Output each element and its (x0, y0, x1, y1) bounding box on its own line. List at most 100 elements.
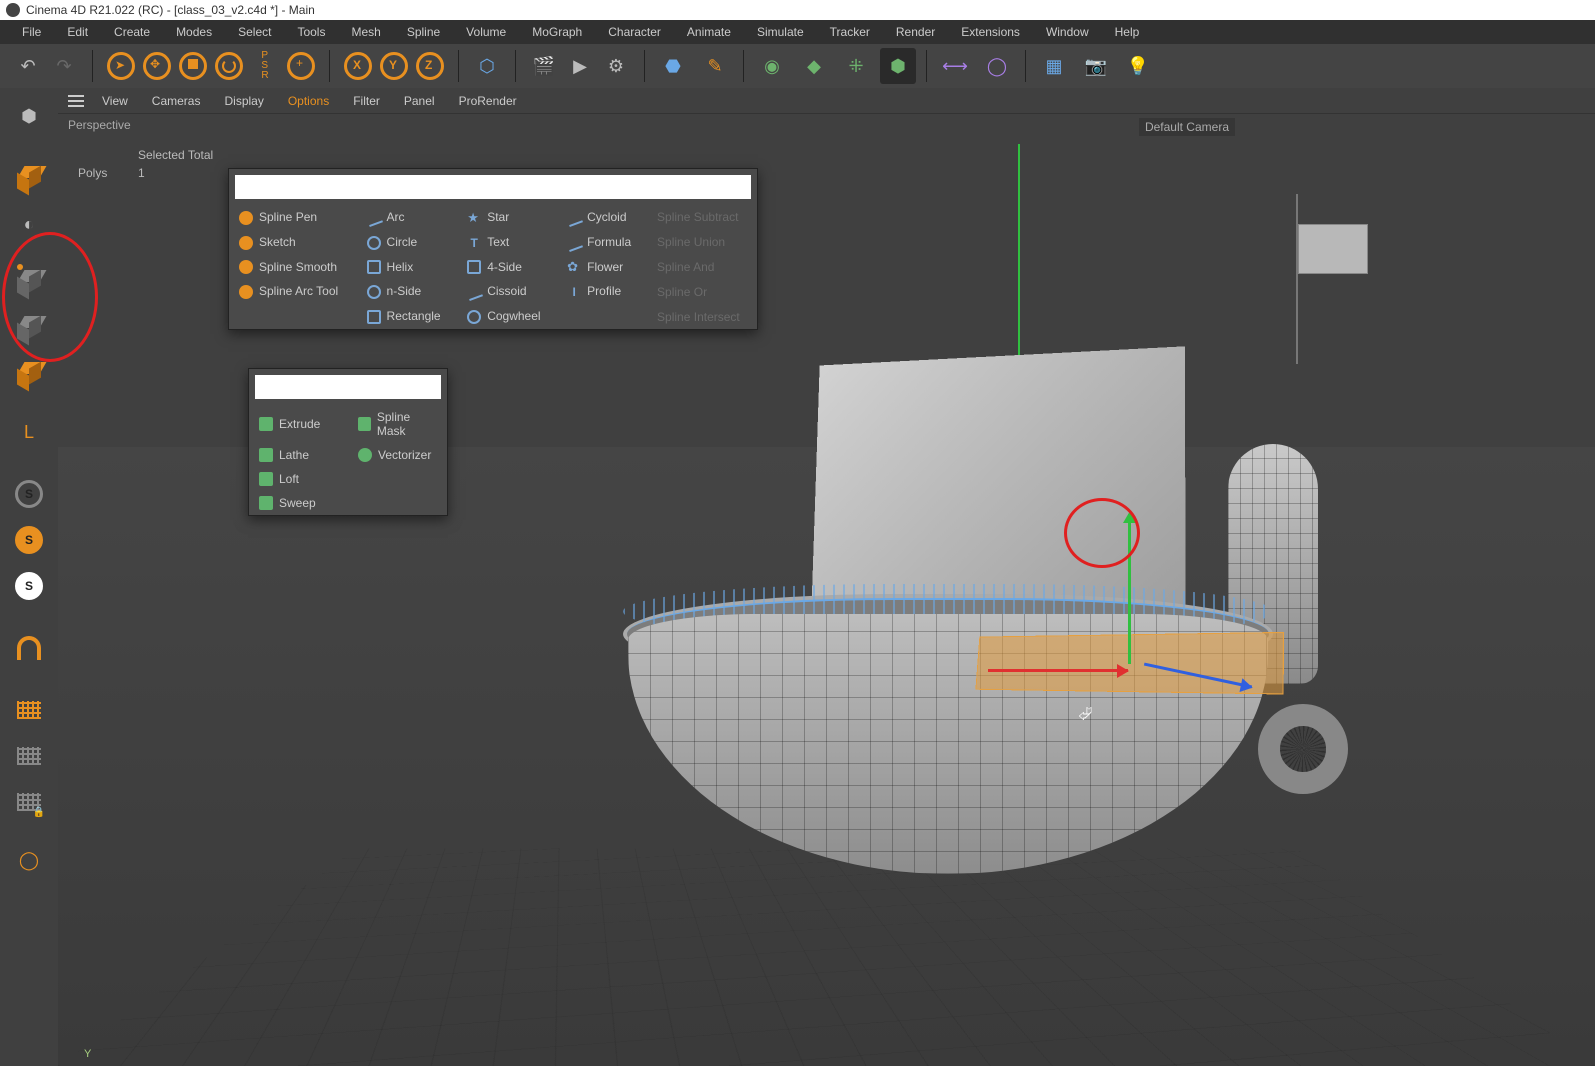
axis-mode[interactable]: L (9, 412, 49, 452)
main-toolbar: ↶ ↷ ➤ ✥ PSR + X Y Z ⬡ 🎬 ▶ ⚙ ⬣ ✎ ◉ ◆ ⁜ ⬢ … (0, 44, 1595, 88)
menu-mograph[interactable]: MoGraph (520, 22, 594, 42)
render-pv[interactable]: ▶ (562, 48, 598, 84)
menu-modes[interactable]: Modes (164, 22, 224, 42)
viewport-solo-hier[interactable]: S (9, 566, 49, 606)
spline-rectangle[interactable]: Rectangle (357, 304, 458, 329)
add-spline[interactable]: ✎ (697, 48, 733, 84)
gen-vectorizer[interactable]: Vectorizer (348, 443, 447, 467)
spline-intersect: Spline Intersect (647, 304, 757, 329)
undo-button[interactable]: ↶ (10, 48, 46, 84)
vp-menu-options[interactable]: Options (278, 91, 339, 111)
render-settings[interactable]: ⚙ (598, 48, 634, 84)
spline-subtract: Spline Subtract (647, 205, 757, 230)
vp-menu-view[interactable]: View (92, 91, 138, 111)
spline-cissoid[interactable]: Cissoid (457, 279, 557, 304)
move-tool[interactable]: ✥ (139, 48, 175, 84)
menu-help[interactable]: Help (1103, 22, 1152, 42)
texture-axis[interactable]: ◯ (9, 840, 49, 880)
floor[interactable]: ▦ (1036, 48, 1072, 84)
menu-render[interactable]: Render (884, 22, 947, 42)
spline-cycloid[interactable]: Cycloid (557, 205, 647, 230)
spline-arc[interactable]: Arc (357, 205, 458, 230)
bend-deformer[interactable]: ⟷ (937, 48, 973, 84)
place-tool[interactable]: + (283, 48, 319, 84)
spline-popup-search[interactable] (235, 175, 751, 199)
snap-toggle[interactable] (9, 628, 49, 668)
menu-tracker[interactable]: Tracker (818, 22, 882, 42)
psr-tool[interactable]: PSR (247, 48, 283, 84)
spline-flower[interactable]: ✿Flower (557, 255, 647, 280)
menu-extensions[interactable]: Extensions (949, 22, 1032, 42)
spline-cogwheel[interactable]: Cogwheel (457, 304, 557, 329)
add-cube[interactable]: ⬣ (655, 48, 691, 84)
texture-mode[interactable]: ◐ (9, 204, 49, 244)
menu-character[interactable]: Character (596, 22, 673, 42)
menu-select[interactable]: Select (226, 22, 283, 42)
light[interactable]: 💡 (1120, 48, 1156, 84)
menu-window[interactable]: Window (1034, 22, 1101, 42)
volume-builder[interactable]: ⬢ (880, 48, 916, 84)
menu-animate[interactable]: Animate (675, 22, 743, 42)
point-mode[interactable] (9, 262, 49, 302)
menu-edit[interactable]: Edit (55, 22, 100, 42)
gen-lathe[interactable]: Lathe (249, 443, 348, 467)
spline-star[interactable]: ★Star (457, 205, 557, 230)
gen-loft[interactable]: Loft (249, 467, 348, 491)
workplane[interactable] (9, 736, 49, 776)
z-axis-lock[interactable]: Z (412, 48, 448, 84)
workplane-lock-icon[interactable]: 🔒 (9, 782, 49, 822)
vp-menu-panel[interactable]: Panel (394, 91, 445, 111)
field[interactable]: ◯ (979, 48, 1015, 84)
rotate-tool[interactable] (211, 48, 247, 84)
spline-profile[interactable]: IProfile (557, 279, 647, 304)
cube-primitive[interactable]: ⬡ (469, 48, 505, 84)
viewport-solo-off[interactable]: S (9, 474, 49, 514)
menu-simulate[interactable]: Simulate (745, 22, 816, 42)
scale-tool[interactable] (175, 48, 211, 84)
workplane-locked[interactable] (9, 690, 49, 730)
gizmo-x-axis[interactable] (988, 669, 1128, 672)
menu-file[interactable]: File (10, 22, 53, 42)
menu-spline[interactable]: Spline (395, 22, 452, 42)
viewport-hamburger-icon[interactable] (64, 91, 88, 111)
spline-formula[interactable]: Formula (557, 230, 647, 255)
gen-sweep[interactable]: Sweep (249, 491, 348, 515)
x-axis-lock[interactable]: X (340, 48, 376, 84)
menu-mesh[interactable]: Mesh (339, 22, 392, 42)
vp-menu-display[interactable]: Display (214, 91, 273, 111)
vp-menu-cameras[interactable]: Cameras (142, 91, 211, 111)
gen-spline-mask[interactable]: Spline Mask (348, 405, 447, 443)
spline-helix[interactable]: Helix (357, 255, 458, 280)
viewport[interactable]: View Cameras Display Options Filter Pane… (58, 88, 1595, 1066)
generator-popup-search[interactable] (255, 375, 441, 399)
spline-smooth[interactable]: Spline Smooth (229, 255, 357, 280)
spline-sketch[interactable]: Sketch (229, 230, 357, 255)
vp-menu-filter[interactable]: Filter (343, 91, 390, 111)
subdiv-surface[interactable]: ◉ (754, 48, 790, 84)
redo-button[interactable]: ↷ (46, 48, 82, 84)
menu-volume[interactable]: Volume (454, 22, 518, 42)
spline-arc-tool[interactable]: Spline Arc Tool (229, 279, 357, 304)
gizmo-y-axis[interactable] (1128, 514, 1131, 664)
render-view[interactable]: 🎬 (526, 48, 562, 84)
spline-text[interactable]: TText (457, 230, 557, 255)
spline-nside[interactable]: n-Side (357, 279, 458, 304)
menu-create[interactable]: Create (102, 22, 162, 42)
cloner[interactable]: ⁜ (838, 48, 874, 84)
spline-4side[interactable]: 4-Side (457, 255, 557, 280)
y-axis-lock[interactable]: Y (376, 48, 412, 84)
vp-menu-prorender[interactable]: ProRender (449, 91, 527, 111)
spline-circle[interactable]: Circle (357, 230, 458, 255)
selection-stats: Selected Total Polys1 (78, 148, 213, 184)
extrude-gen[interactable]: ◆ (796, 48, 832, 84)
viewport-solo-single[interactable]: S (9, 520, 49, 560)
edge-mode[interactable] (9, 308, 49, 348)
polygon-mode[interactable] (9, 354, 49, 394)
menu-tools[interactable]: Tools (285, 22, 337, 42)
live-select-tool[interactable]: ➤ (103, 48, 139, 84)
gen-extrude[interactable]: Extrude (249, 405, 348, 443)
make-editable[interactable]: ⬢ (9, 96, 49, 136)
model-mode[interactable] (9, 158, 49, 198)
camera[interactable]: 📷 (1078, 48, 1114, 84)
spline-pen[interactable]: Spline Pen (229, 205, 357, 230)
